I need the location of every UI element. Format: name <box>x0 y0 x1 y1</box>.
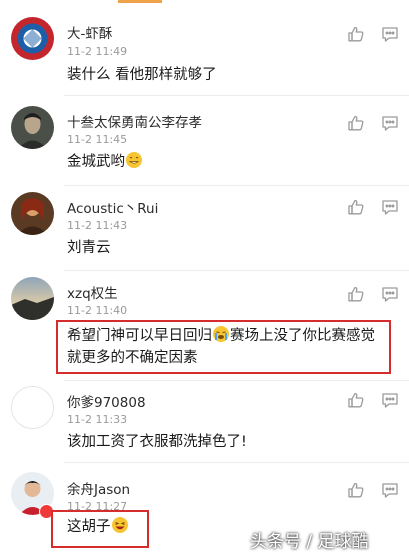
thumbs-up-icon[interactable] <box>347 198 365 216</box>
highlight-box <box>51 510 149 548</box>
username[interactable]: 你爹970808 <box>67 391 146 411</box>
comment-item: Acoustic丶Rui 11-2 11:43 刘青云 <box>0 185 409 270</box>
timestamp: 11-2 11:40 <box>67 304 128 317</box>
thumbs-up-icon[interactable] <box>347 481 365 499</box>
comment-icon[interactable] <box>381 481 399 499</box>
thumbs-up-icon[interactable] <box>347 25 365 43</box>
avatar[interactable] <box>11 386 54 429</box>
thumbs-up-icon[interactable] <box>347 114 365 132</box>
highlight-box <box>56 320 391 374</box>
comment-item: 十叁太保勇南公李存孝 11-2 11:45 金城武哟 <box>0 95 409 185</box>
comment-text-body: 金城武哟 <box>67 154 125 170</box>
comment-item: 你爹970808 11-2 11:33 该加工资了衣服都洗掉色了! <box>0 380 409 462</box>
timestamp: 11-2 11:49 <box>67 45 128 58</box>
comment-icon[interactable] <box>381 391 399 409</box>
comment-icon[interactable] <box>381 25 399 43</box>
comment-text: 装什么 看他那样就够了 <box>67 67 217 83</box>
avatar[interactable] <box>11 17 54 60</box>
username[interactable]: 大-虾酥 <box>67 22 112 42</box>
thumbs-up-icon[interactable] <box>347 285 365 303</box>
thumbs-up-icon[interactable] <box>347 391 365 409</box>
username[interactable]: Acoustic丶Rui <box>67 197 158 217</box>
comment-icon[interactable] <box>381 198 399 216</box>
comment-icon[interactable] <box>381 285 399 303</box>
avatar[interactable] <box>11 192 54 235</box>
username[interactable]: 十叁太保勇南公李存孝 <box>67 111 202 131</box>
username[interactable]: 余舟Jason <box>67 478 130 498</box>
comment-text: 该加工资了衣服都洗掉色了! <box>67 434 247 450</box>
comment-text: 刘青云 <box>67 240 111 256</box>
timestamp: 11-2 11:43 <box>67 219 128 232</box>
username[interactable]: xzq权生 <box>67 282 118 302</box>
grinning-emoji-icon <box>125 151 143 169</box>
comment-item: 大-虾酥 11-2 11:49 装什么 看他那样就够了 <box>0 0 409 95</box>
watermark: 头条号 / 足球酷 <box>250 532 369 552</box>
comment-icon[interactable] <box>381 114 399 132</box>
comment-text: 金城武哟 <box>67 151 143 173</box>
timestamp: 11-2 11:33 <box>67 413 128 426</box>
avatar[interactable] <box>11 277 54 320</box>
avatar[interactable] <box>11 106 54 149</box>
timestamp: 11-2 11:45 <box>67 133 128 146</box>
